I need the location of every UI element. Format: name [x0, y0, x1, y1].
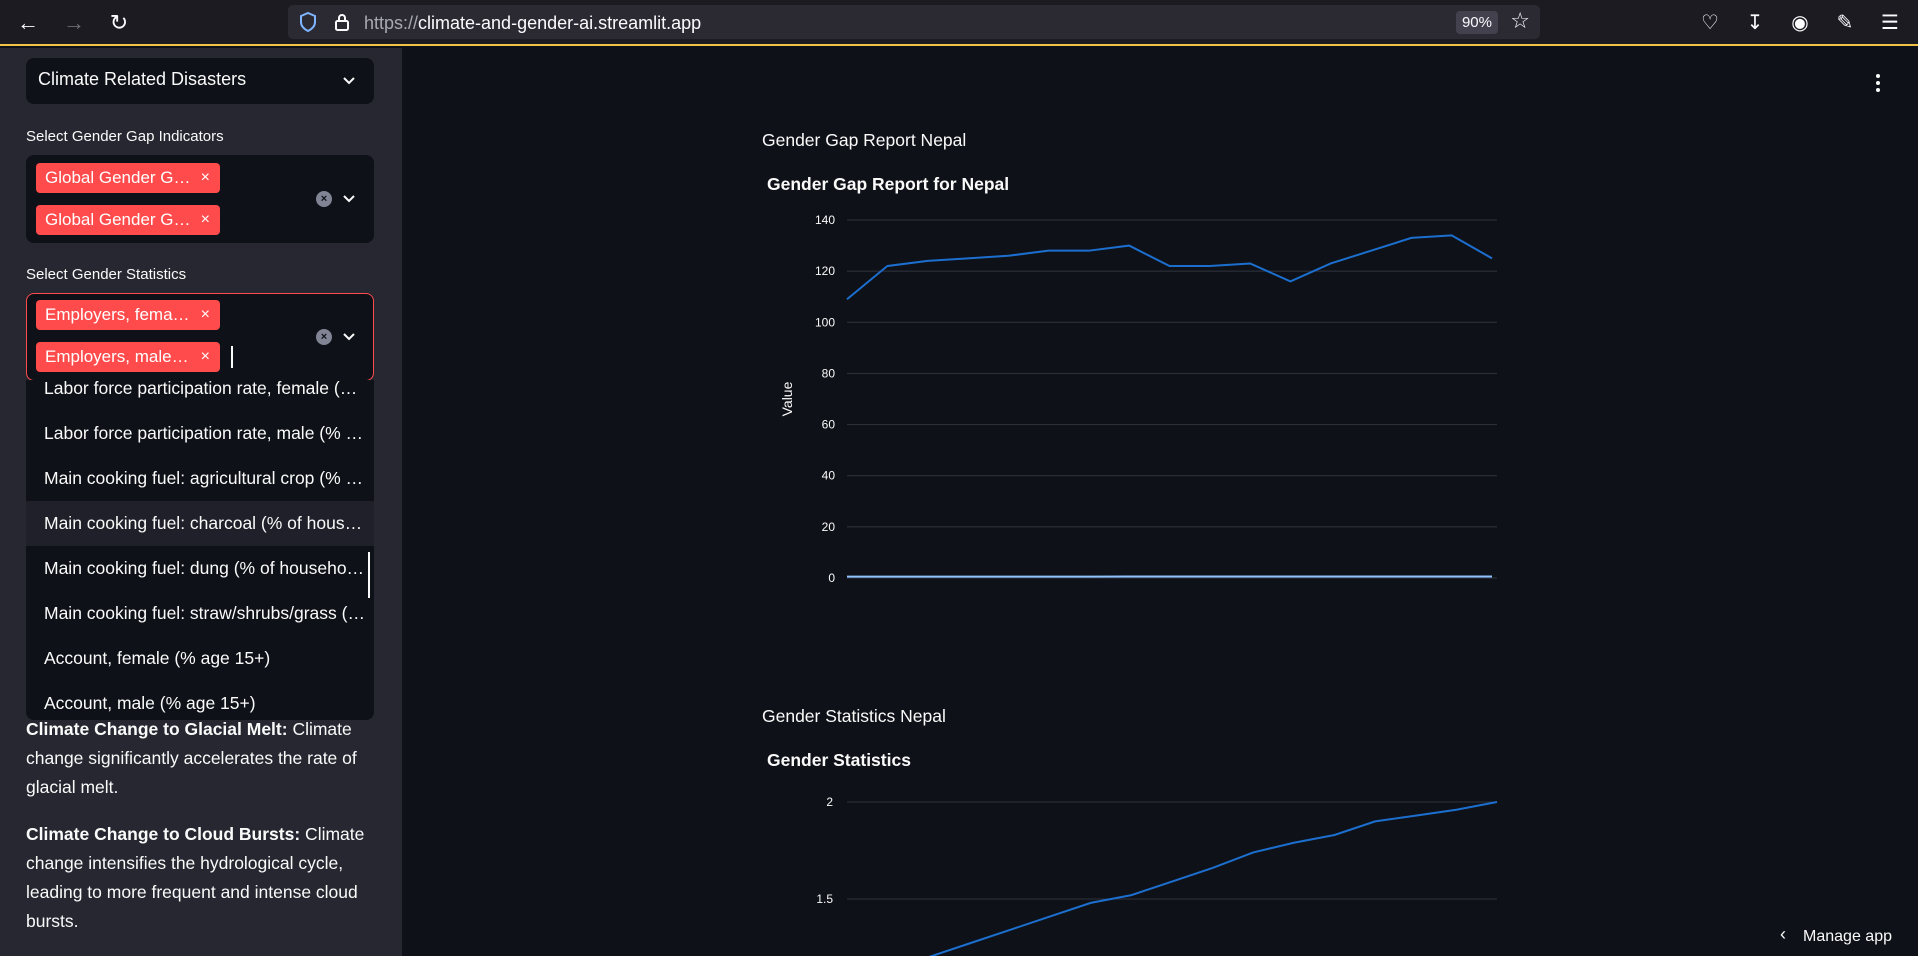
- y-tick-label: 140: [815, 213, 835, 227]
- remove-tag-icon[interactable]: ×: [201, 342, 210, 372]
- gender-stats-tag[interactable]: Employers, fema… ×: [36, 300, 220, 330]
- gender-gap-label: Select Gender Gap Indicators: [26, 128, 224, 145]
- gender-gap-tag[interactable]: Global Gender G… ×: [36, 163, 220, 193]
- extensions-icon[interactable]: ✎: [1832, 9, 1858, 35]
- y-tick-label: 120: [815, 264, 835, 278]
- dropdown-option[interactable]: Main cooking fuel: agricultural crop (% …: [26, 456, 374, 501]
- disaster-select-value: Climate Related Disasters: [38, 69, 247, 89]
- zoom-level-badge[interactable]: 90%: [1455, 11, 1498, 34]
- chart1-title: Gender Gap Report for Nepal: [767, 174, 1010, 194]
- gender-gap-tag[interactable]: Global Gender G… ×: [36, 205, 220, 235]
- bookmark-star-icon[interactable]: ☆: [1510, 8, 1530, 34]
- main-menu-icon[interactable]: [1876, 74, 1882, 95]
- options-dropdown: Labor force participation rate, female (…: [26, 380, 374, 720]
- clear-all-icon[interactable]: ×: [316, 191, 332, 207]
- url-text[interactable]: https://climate-and-gender-ai.streamlit.…: [364, 13, 701, 34]
- gender-stats-multiselect[interactable]: Employers, fema… × Employers, male… × ×: [26, 293, 374, 381]
- address-bar[interactable]: https://climate-and-gender-ai.streamlit.…: [288, 5, 1540, 39]
- remove-tag-icon[interactable]: ×: [201, 163, 210, 193]
- dropdown-option[interactable]: Labor force participation rate, female (…: [26, 380, 374, 411]
- back-icon[interactable]: ←: [14, 9, 42, 37]
- text-cursor: [231, 346, 233, 368]
- y-axis-label: Value: [779, 381, 795, 416]
- remove-tag-icon[interactable]: ×: [201, 300, 210, 330]
- chevron-down-icon[interactable]: [342, 330, 356, 344]
- chevron-down-icon[interactable]: [342, 192, 356, 206]
- dropdown-scrollbar[interactable]: [368, 552, 370, 598]
- hamburger-menu-icon[interactable]: ☰: [1877, 9, 1903, 35]
- chart2-title: Gender Statistics: [767, 750, 911, 770]
- shield-icon[interactable]: [298, 11, 318, 33]
- glacial-melt-info: Climate Change to Glacial Melt: Climate …: [26, 719, 357, 797]
- gender-stats-tag[interactable]: Employers, male… ×: [36, 342, 220, 372]
- pocket-icon[interactable]: ♡: [1697, 9, 1723, 35]
- reload-icon[interactable]: ↻: [105, 9, 133, 37]
- section-title-gender-stats: Gender Statistics Nepal: [762, 706, 946, 726]
- series-line-1: [846, 234, 1493, 301]
- chevron-left-icon[interactable]: ‹: [1780, 924, 1786, 945]
- chevron-down-icon[interactable]: [342, 74, 356, 88]
- disaster-select[interactable]: Climate Related Disasters: [26, 58, 374, 104]
- forward-icon[interactable]: →: [60, 9, 88, 37]
- main-content: Gender Gap Report Nepal Gender Gap Repor…: [402, 48, 1918, 956]
- y-tick-label: 100: [815, 315, 835, 329]
- lock-icon[interactable]: [332, 11, 352, 33]
- manage-app-button[interactable]: Manage app: [1803, 928, 1892, 946]
- gender-gap-multiselect[interactable]: Global Gender G… × Global Gender G… × ×: [26, 155, 374, 243]
- series-line-1: [928, 801, 1498, 956]
- download-icon[interactable]: ↧: [1742, 9, 1768, 35]
- y-tick-label: 20: [822, 520, 836, 534]
- cloud-bursts-info: Climate Change to Cloud Bursts: Climate …: [26, 824, 365, 931]
- gender-stats-label: Select Gender Statistics: [26, 266, 187, 283]
- dropdown-option[interactable]: Main cooking fuel: straw/shrubs/grass (…: [26, 591, 374, 636]
- y-tick-label: 80: [822, 366, 836, 380]
- dropdown-option[interactable]: Main cooking fuel: dung (% of househo…: [26, 546, 374, 591]
- y-tick-label: 2: [826, 795, 833, 809]
- dropdown-option[interactable]: Account, female (% age 15+): [26, 636, 374, 681]
- dropdown-option[interactable]: Main cooking fuel: charcoal (% of hous…: [26, 501, 374, 546]
- section-title-gender-gap: Gender Gap Report Nepal: [762, 130, 967, 150]
- clear-all-icon[interactable]: ×: [316, 329, 332, 345]
- remove-tag-icon[interactable]: ×: [201, 205, 210, 235]
- y-tick-label: 60: [822, 418, 836, 432]
- y-tick-label: 40: [822, 469, 836, 483]
- browser-toolbar: ← → ↻ https://climate-and-gender-ai.stre…: [0, 0, 1918, 46]
- dropdown-option[interactable]: Labor force participation rate, male (% …: [26, 411, 374, 456]
- gender-gap-chart[interactable]: 0204060801001201402006200820102012201420…: [762, 198, 1562, 588]
- sidebar: Climate Related Disasters Select Gender …: [0, 48, 402, 956]
- account-icon[interactable]: ◉: [1787, 9, 1813, 35]
- y-tick-label: 1.5: [816, 892, 833, 906]
- gender-statistics-chart[interactable]: 1.52: [762, 778, 1562, 956]
- y-tick-label: 0: [828, 571, 835, 585]
